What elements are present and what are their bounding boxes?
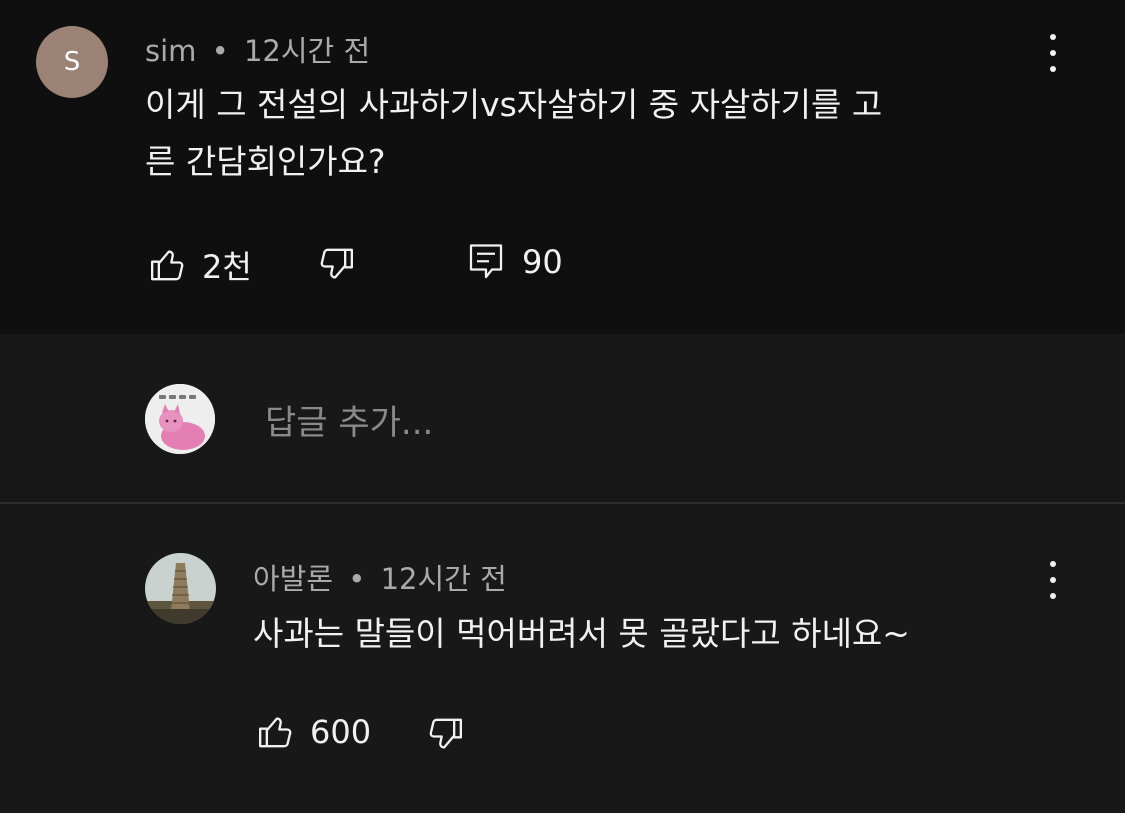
reply-input[interactable]: 답글 추가... [265,395,433,444]
reply-text: 사과는 말들이 먹어버려서 못 골랐다고 하네요~ [253,614,910,653]
avatar[interactable]: S [36,26,108,98]
dislike-button[interactable] [316,244,356,284]
reply-time[interactable]: 12시간 전 [381,562,507,596]
avatar[interactable] [145,384,215,454]
comment-time[interactable]: 12시간 전 [244,34,370,68]
divider [0,502,1125,504]
avatar[interactable] [145,553,216,624]
reply-count: 90 [522,243,563,281]
comment-icon [469,244,503,279]
like-button[interactable]: 2천 [148,242,252,288]
thumbs-down-icon [429,718,462,749]
like-count: 600 [310,713,372,751]
more-vert-icon[interactable] [1038,555,1068,605]
dislike-button[interactable] [425,714,465,754]
avatar-letter: S [63,47,81,77]
like-button[interactable]: 600 [256,712,371,752]
thumbs-down-icon [320,248,353,279]
comment-author[interactable]: sim [145,34,196,68]
tower-of-babel-avatar-image [145,553,216,624]
comment-text-line: 이게 그 전설의 사과하기vs자살하기 중 자살하기를 고 [145,85,883,124]
meta-separator: • [348,562,366,596]
thumbs-up-icon [259,717,292,748]
comment-text: 이게 그 전설의 사과하기vs자살하기 중 자살하기를 고 른 간담회인가요? [145,76,882,190]
reply-meta: 아발론 • 12시간 전 [253,556,507,598]
meta-separator: • [211,34,229,68]
pink-fox-avatar-image [145,384,215,454]
reply-author[interactable]: 아발론 [253,562,333,596]
like-count: 2천 [202,248,252,286]
thumbs-up-icon [151,250,184,281]
comment-text-line: 른 간담회인가요? [145,142,386,181]
comment-meta: sim • 12시간 전 [145,28,370,70]
replies-button[interactable]: 90 [468,242,563,282]
more-vert-icon[interactable] [1038,28,1068,78]
